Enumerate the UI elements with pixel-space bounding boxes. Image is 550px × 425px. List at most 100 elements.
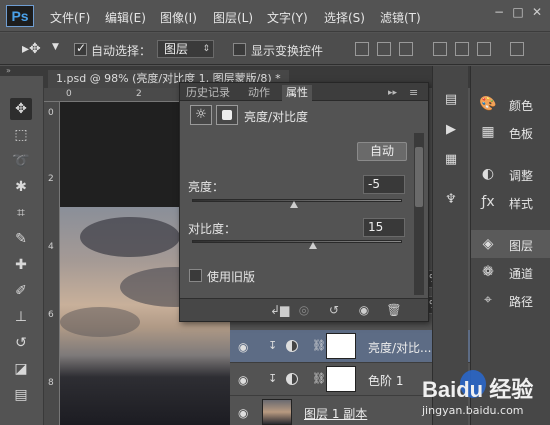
chevron-updown-icon: ⇕ — [202, 44, 210, 54]
clone-stamp-icon[interactable]: ⊥ — [10, 306, 32, 328]
layer-thumbnail[interactable] — [262, 399, 292, 425]
panel-menu-icon[interactable]: ≡ — [409, 85, 418, 101]
brightness-contrast-icon[interactable]: ☼ — [190, 105, 212, 125]
reset-icon[interactable]: ↺ — [326, 302, 342, 318]
menu-type[interactable]: 文字(Y) — [267, 9, 308, 26]
menu-file[interactable]: 文件(F) — [50, 9, 90, 26]
align-vcenter-icon[interactable] — [377, 42, 391, 56]
dock-item-layers[interactable]: ◈ 图层 — [471, 230, 550, 258]
show-transform-checkbox[interactable] — [233, 43, 246, 56]
brightness-label: 亮度： — [188, 180, 225, 194]
cloud-shape — [80, 217, 180, 257]
swatches-icon: ▦ — [481, 124, 495, 140]
align-hcenter-icon[interactable] — [455, 42, 469, 56]
clip-arrow-icon: ↧ — [268, 339, 278, 352]
scrollbar-thumb[interactable] — [415, 147, 423, 207]
brightness-slider-thumb[interactable] — [290, 201, 298, 208]
menu-layer[interactable]: 图层(L) — [213, 9, 253, 26]
crop-tool-icon[interactable]: ⌗ — [10, 202, 32, 224]
dock-item-label: 路径 — [509, 295, 534, 309]
dock-item-styles[interactable]: ƒx 样式 — [471, 188, 550, 216]
menu-edit[interactable]: 编辑(E) — [105, 9, 146, 26]
dock-item-color[interactable]: 🎨 颜色 — [471, 90, 550, 118]
cloud-shape — [60, 307, 140, 337]
distribute-icon[interactable] — [510, 42, 524, 56]
maximize-button[interactable]: □ — [509, 4, 527, 22]
menu-image[interactable]: 图像(I) — [160, 9, 197, 26]
eyedropper-icon[interactable]: ✎ — [10, 228, 32, 250]
eye-icon[interactable]: ◉ — [238, 340, 248, 354]
collapse-icon[interactable]: ▸▸ — [388, 85, 397, 101]
history-brush-icon[interactable]: ↺ — [10, 332, 32, 354]
link-icon: ⛓ — [312, 339, 326, 352]
tools-panel-header[interactable]: » — [0, 66, 44, 76]
auto-select-dropdown[interactable]: 图层 ⇕ — [157, 40, 214, 58]
dock-item-channels[interactable]: ❁ 通道 — [471, 258, 550, 286]
layers-icon: ◈ — [482, 236, 494, 252]
align-bottom-icon[interactable] — [399, 42, 413, 56]
tab-properties[interactable]: 属性 — [282, 85, 312, 101]
align-left-icon[interactable] — [433, 42, 447, 56]
eraser-tool-icon[interactable]: ◪ — [10, 358, 32, 380]
legacy-checkbox[interactable] — [189, 269, 202, 282]
healing-brush-icon[interactable]: ✚ — [10, 254, 32, 276]
properties-header: ☼ 亮度/对比度 — [186, 105, 422, 127]
dock-item-label: 图层 — [509, 239, 534, 253]
gradient-tool-icon[interactable]: ▤ — [10, 384, 32, 406]
dock-item-label: 样式 — [509, 197, 534, 211]
dock-item-adjustments[interactable]: ◐ 调整 — [471, 160, 550, 188]
ruler-h-label: 2 — [136, 89, 142, 99]
menu-select[interactable]: 选择(S) — [324, 9, 365, 26]
close-button[interactable]: ✕ — [528, 4, 546, 22]
history-icon[interactable]: ▤ — [441, 90, 461, 110]
ruler-v-label: 8 — [48, 378, 54, 388]
dock-item-label: 颜色 — [509, 99, 534, 113]
clip-arrow-icon: ↧ — [268, 372, 278, 385]
clip-to-layer-icon[interactable]: ↲▆ — [270, 302, 289, 318]
properties-icon[interactable]: ▦ — [441, 150, 461, 170]
move-tool-icon[interactable]: ✥ — [10, 98, 32, 120]
dock-item-paths[interactable]: ⌖ 路径 — [471, 286, 550, 314]
layer-mask-thumbnail[interactable] — [326, 333, 356, 359]
adjustment-layer-icon — [286, 340, 298, 352]
minimize-button[interactable]: − — [490, 4, 508, 22]
trash-icon[interactable]: 🗑 — [386, 302, 402, 318]
dock-item-swatches[interactable]: ▦ 色板 — [471, 118, 550, 146]
ruler-v-label: 0 — [48, 108, 54, 118]
auto-select-checkbox[interactable] — [74, 41, 87, 56]
contrast-slider[interactable] — [192, 240, 402, 243]
contrast-input[interactable]: 15 — [363, 218, 405, 237]
brush-tool-icon[interactable]: ✐ — [10, 280, 32, 302]
dock-item-label: 色板 — [509, 127, 534, 141]
contrast-slider-thumb[interactable] — [309, 242, 317, 249]
adjustment-layer-icon — [286, 373, 298, 385]
play-actions-icon[interactable]: ▶ — [441, 120, 461, 140]
layer-name: 亮度/对比... — [368, 341, 432, 355]
magic-wand-icon[interactable]: ✱ — [10, 176, 32, 198]
eye-icon[interactable]: ◉ — [238, 406, 248, 420]
visibility-eye-icon[interactable]: ◉ — [356, 302, 372, 318]
lasso-tool-icon[interactable]: ➰ — [10, 150, 32, 172]
tool-preset-chevron-icon[interactable]: ▼ — [52, 42, 59, 52]
channels-icon: ❁ — [482, 264, 494, 280]
tools-preset-icon[interactable]: ♆ — [441, 190, 461, 210]
auto-button[interactable]: 自动 — [357, 142, 407, 161]
view-previous-icon[interactable]: ◎ — [296, 302, 312, 318]
tab-actions[interactable]: 动作 — [248, 85, 270, 101]
properties-title: 亮度/对比度 — [244, 110, 309, 124]
marquee-tool-icon[interactable]: ⬚ — [10, 124, 32, 146]
properties-scrollbar[interactable] — [414, 133, 424, 295]
eye-icon[interactable]: ◉ — [238, 373, 248, 387]
dock-item-label: 调整 — [509, 169, 534, 183]
tab-history[interactable]: 历史记录 — [186, 85, 230, 101]
move-tool-icon[interactable]: ▸✥ — [22, 41, 41, 57]
layer-mask-thumbnail[interactable] — [326, 366, 356, 392]
mask-icon[interactable] — [216, 105, 238, 125]
align-right-icon[interactable] — [477, 42, 491, 56]
link-icon: ⛓ — [312, 372, 326, 385]
menu-filter[interactable]: 滤镜(T) — [380, 9, 421, 26]
show-transform-label: 显示变换控件 — [251, 44, 324, 58]
brightness-input[interactable]: -5 — [363, 175, 405, 194]
layer-name: 图层 1 副本 — [304, 407, 368, 421]
align-top-icon[interactable] — [355, 42, 369, 56]
